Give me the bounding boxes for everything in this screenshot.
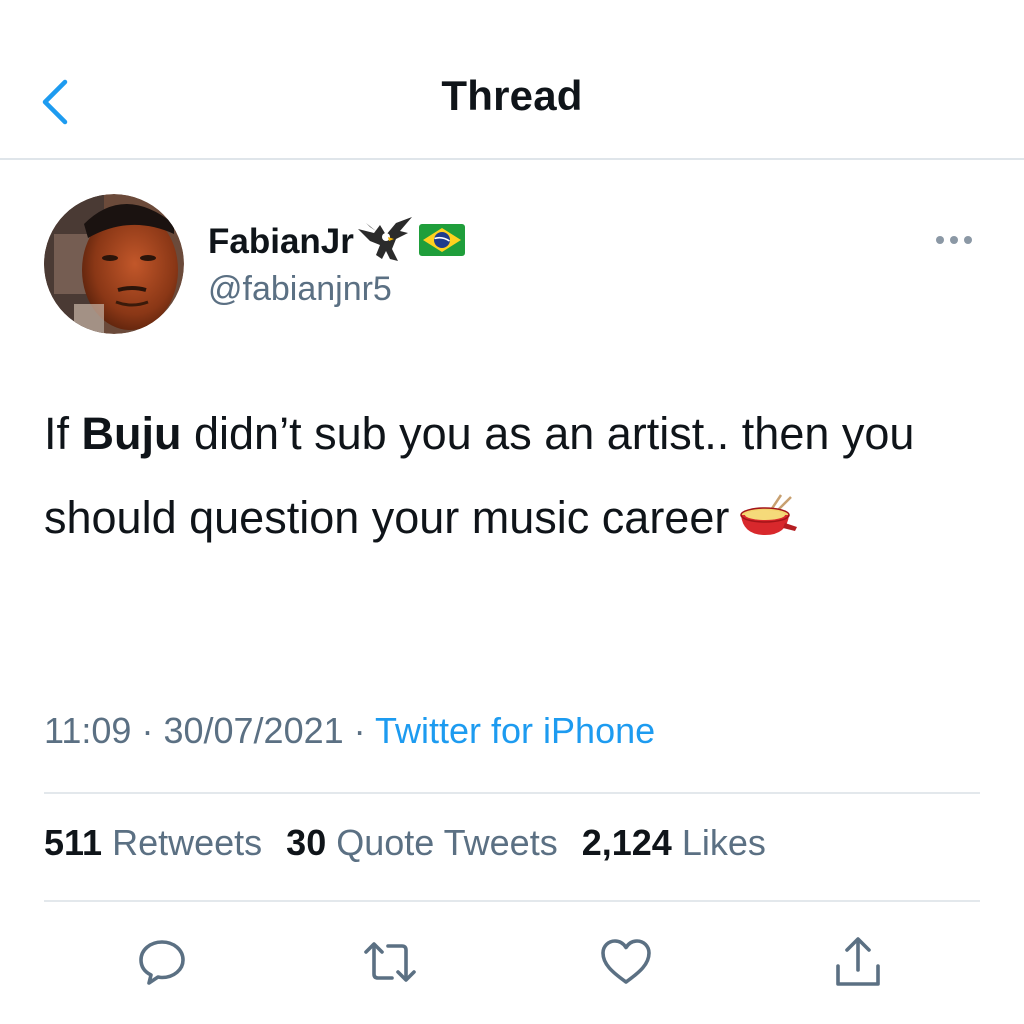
retweet-button[interactable] — [360, 934, 420, 990]
tweet-date: 30/07/2021 — [163, 710, 344, 751]
likes-stat[interactable]: 2,124 Likes — [582, 822, 766, 864]
fondue-icon — [735, 482, 799, 566]
tweet-source-link[interactable]: Twitter for iPhone — [375, 710, 655, 751]
retweets-count: 511 — [44, 822, 103, 863]
likes-count: 2,124 — [581, 822, 672, 863]
quote-tweets-stat[interactable]: 30 Quote Tweets — [286, 822, 558, 864]
thread-screen: Thread FabianJr @fabianjnr5 If Buju didn… — [0, 0, 1024, 1024]
nav-bar: Thread — [0, 0, 1024, 160]
quote-tweets-label: Quote Tweets — [336, 822, 558, 863]
display-name-row[interactable]: FabianJr — [208, 212, 466, 272]
user-handle[interactable]: @fabianjnr5 — [208, 270, 392, 309]
divider — [44, 792, 980, 794]
likes-label: Likes — [681, 822, 766, 863]
tweet-time: 11:09 — [44, 710, 132, 751]
avatar[interactable] — [44, 194, 184, 334]
eagle-icon — [356, 215, 416, 270]
share-button[interactable] — [828, 934, 888, 990]
share-icon — [836, 937, 880, 986]
reply-icon — [139, 940, 185, 985]
page-title: Thread — [441, 72, 583, 119]
like-button[interactable] — [596, 934, 656, 990]
retweet-icon — [364, 942, 416, 982]
reply-button[interactable] — [132, 934, 192, 990]
more-options-button[interactable] — [930, 222, 978, 258]
tweet-text: If Buju didn’t sub you as an artist.. th… — [44, 392, 994, 566]
display-name: FabianJr — [208, 222, 354, 261]
retweets-stat[interactable]: 511 Retweets — [44, 822, 262, 864]
meta-separator: · — [141, 710, 154, 751]
meta-separator: · — [353, 710, 366, 751]
more-horizontal-icon — [936, 236, 972, 244]
tweet-text-bold: Buju — [81, 408, 182, 459]
brazil-flag-icon — [418, 223, 466, 262]
tweet-stats: 511 Retweets 30 Quote Tweets 2,124 Likes — [44, 822, 790, 864]
divider — [44, 900, 980, 902]
retweets-label: Retweets — [112, 822, 263, 863]
tweet-meta: 11:09 · 30/07/2021 · Twitter for iPhone — [44, 710, 655, 752]
quote-tweets-count: 30 — [286, 822, 327, 863]
heart-icon — [601, 939, 651, 984]
tweet-text-start: If — [44, 408, 82, 459]
